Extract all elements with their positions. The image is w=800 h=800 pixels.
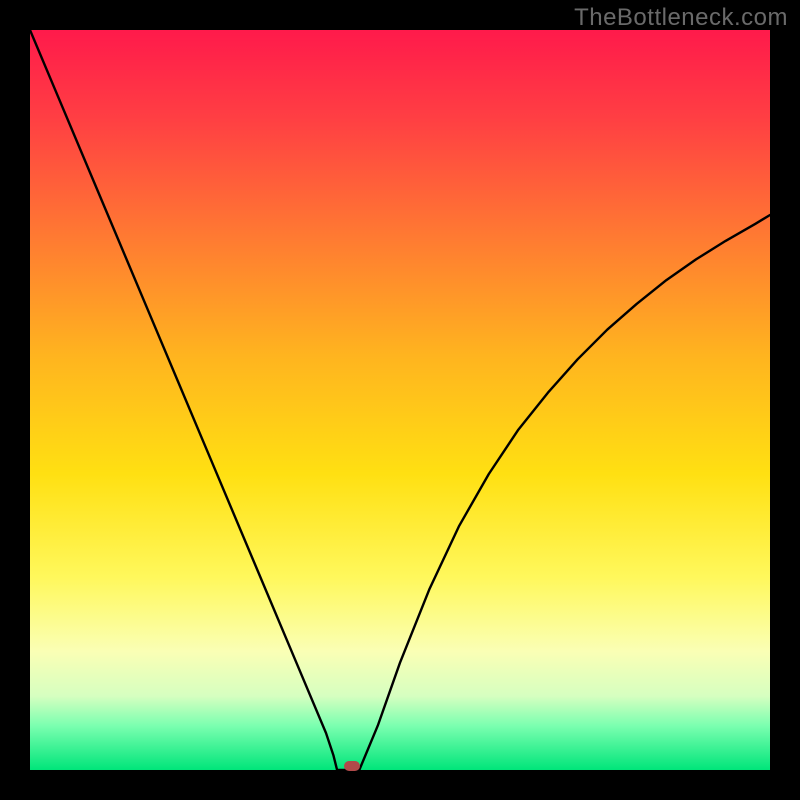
- bottleneck-curve: [30, 30, 770, 770]
- curve-path: [30, 30, 770, 770]
- chart-frame: TheBottleneck.com: [0, 0, 800, 800]
- watermark-text: TheBottleneck.com: [574, 4, 788, 32]
- bottleneck-marker: [344, 761, 360, 771]
- plot-area: [30, 30, 770, 770]
